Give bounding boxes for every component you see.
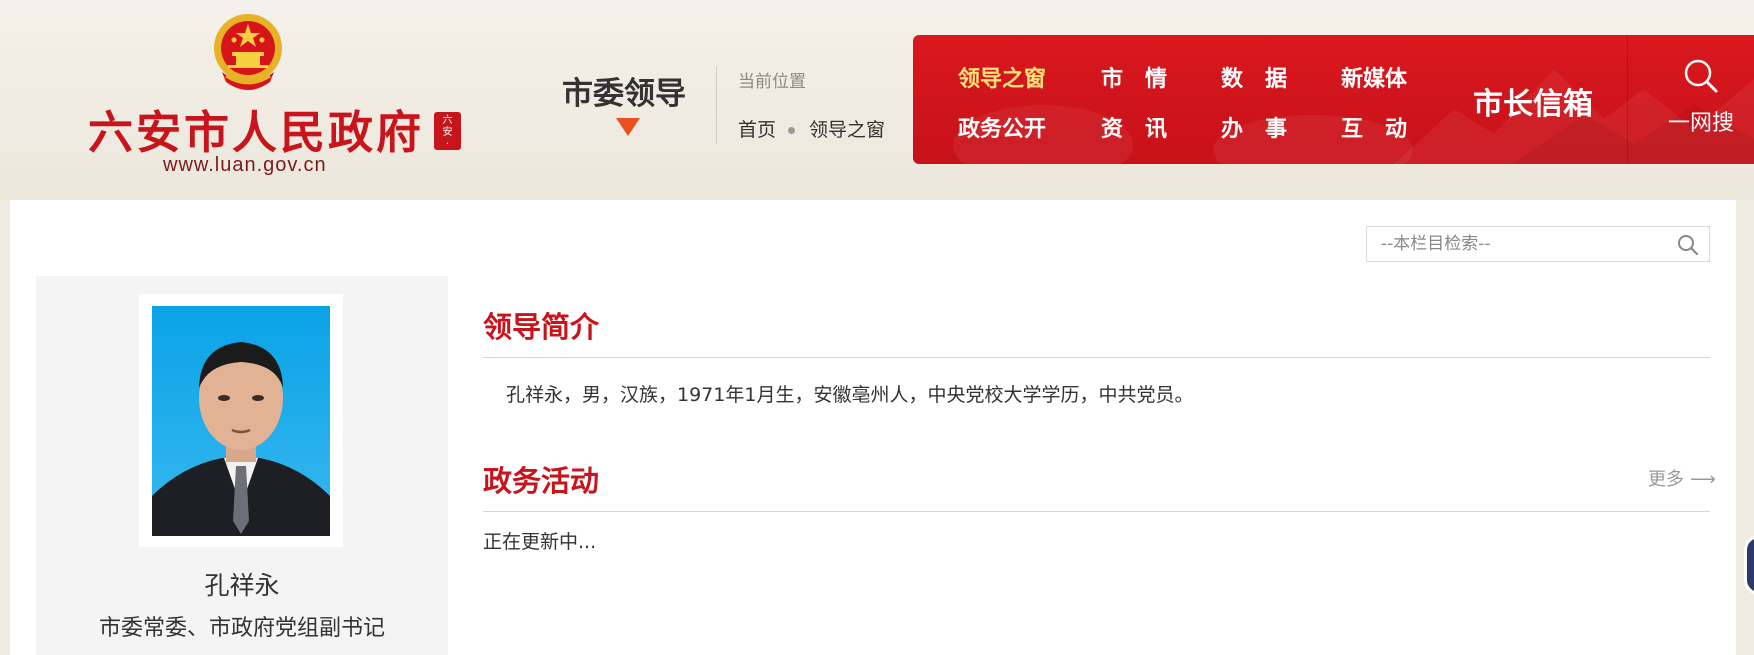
leader-name: 孔祥永 bbox=[204, 571, 280, 600]
divider bbox=[716, 66, 717, 144]
column-search bbox=[1366, 226, 1710, 262]
breadcrumb-home[interactable]: 首页 bbox=[738, 119, 776, 141]
arrow-right-icon: ⟶ bbox=[1690, 469, 1716, 490]
divider bbox=[483, 357, 1710, 358]
mayor-mailbox-link[interactable]: 市长信箱 bbox=[1473, 79, 1593, 123]
national-emblem-icon bbox=[214, 14, 282, 90]
search-icon[interactable] bbox=[1677, 234, 1699, 256]
breadcrumb-current[interactable]: 领导之窗 bbox=[809, 119, 885, 141]
site-search-label: 一网搜 bbox=[1667, 111, 1734, 136]
activities-status: 正在更新中... bbox=[483, 531, 597, 553]
site-url[interactable]: www.luan.gov.cn bbox=[163, 154, 327, 177]
leader-photo bbox=[152, 306, 330, 536]
nav-item-gov-affairs[interactable]: 政务公开 bbox=[958, 111, 1046, 143]
floating-widget-button[interactable] bbox=[1744, 535, 1754, 595]
main-content: 孔祥永 市委常委、市政府党组副书记 领导简介 孔祥永，男，汉族，1971年1月生… bbox=[10, 200, 1736, 655]
more-link[interactable]: 更多 ⟶ bbox=[1648, 465, 1716, 491]
leader-profile-card: 孔祥永 市委常委、市政府党组副书记 bbox=[36, 276, 448, 655]
site-header: 六安市人民政府 六安 · www.luan.gov.cn 市委领导 当前位置 首页… bbox=[0, 0, 1754, 200]
nav-item-interact[interactable]: 互 动 bbox=[1341, 111, 1407, 143]
triangle-down-icon bbox=[616, 118, 640, 136]
search-icon bbox=[1684, 59, 1718, 93]
leader-position: 市委常委、市政府党组副书记 bbox=[98, 616, 385, 641]
more-label: 更多 bbox=[1648, 469, 1684, 490]
nav-item-data[interactable]: 数 据 bbox=[1221, 61, 1287, 93]
column-search-input[interactable] bbox=[1367, 227, 1671, 261]
leader-bio: 孔祥永，男，汉族，1971年1月生，安徽亳州人，中央党校大学学历，中共党员。 bbox=[506, 384, 1194, 406]
intro-heading: 领导简介 bbox=[483, 310, 600, 344]
leader-photo-frame bbox=[139, 294, 343, 547]
site-name: 六安市人民政府 bbox=[88, 106, 425, 159]
section-title: 市委领导 bbox=[562, 76, 686, 112]
nav-item-city-info[interactable]: 市 情 bbox=[1101, 61, 1167, 93]
nav-divider bbox=[1627, 35, 1628, 164]
nav-item-news[interactable]: 资 讯 bbox=[1101, 111, 1167, 143]
nav-item-leaders[interactable]: 领导之窗 bbox=[958, 61, 1046, 93]
nav-item-new-media[interactable]: 新媒体 bbox=[1341, 61, 1407, 93]
site-search-button[interactable]: 一网搜 bbox=[1661, 57, 1741, 137]
breadcrumb: 首页 领导之窗 bbox=[738, 115, 885, 142]
nav-item-services[interactable]: 办 事 bbox=[1221, 111, 1287, 143]
activities-heading: 政务活动 bbox=[483, 464, 600, 498]
seal-stamp: 六安 · bbox=[434, 112, 461, 150]
location-label: 当前位置 bbox=[738, 72, 806, 92]
main-nav: 领导之窗 市 情 数 据 新媒体 政务公开 资 讯 办 事 互 动 市长信箱 一… bbox=[913, 35, 1754, 164]
divider bbox=[483, 511, 1710, 512]
dot-separator-icon bbox=[788, 127, 796, 134]
